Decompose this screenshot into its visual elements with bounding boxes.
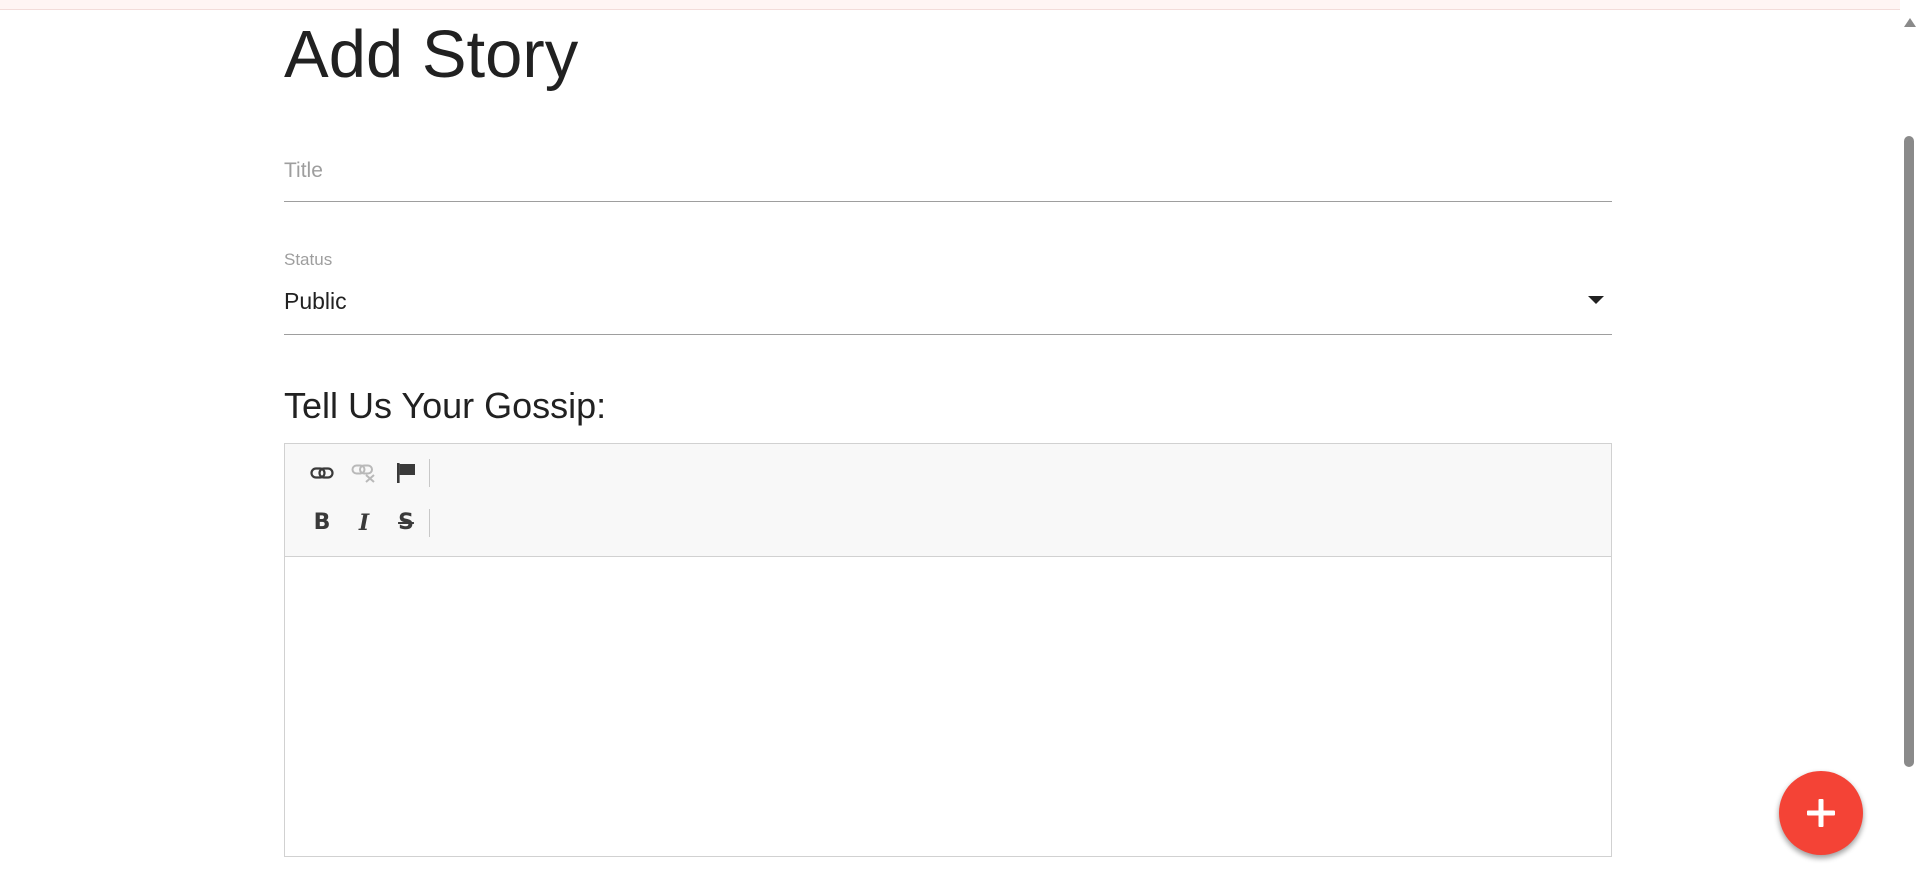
page-scrollbar[interactable]	[1900, 0, 1918, 871]
editor-toolbar: B I S	[285, 444, 1611, 557]
italic-button[interactable]: I	[343, 506, 385, 540]
toolbar-group-links	[301, 456, 430, 490]
bold-icon: B	[313, 510, 331, 535]
toolbar-separator	[429, 509, 430, 537]
story-body-heading: Tell Us Your Gossip:	[284, 385, 607, 426]
caret-down-icon	[1588, 296, 1604, 304]
unlink-button[interactable]	[343, 456, 385, 490]
scroll-up-arrow-icon[interactable]	[1904, 18, 1916, 27]
anchor-button[interactable]	[385, 456, 427, 490]
status-select[interactable]: Status Public	[284, 246, 1612, 335]
anchor-flag-icon	[397, 463, 415, 483]
title-input[interactable]	[284, 151, 1584, 191]
link-icon	[310, 467, 334, 479]
toolbar-separator	[429, 459, 430, 487]
title-field	[284, 141, 1612, 202]
page-title: Add Story	[284, 17, 579, 92]
strikethrough-button[interactable]: S	[385, 506, 427, 540]
link-button[interactable]	[301, 456, 343, 490]
top-notification-strip	[0, 0, 1900, 10]
italic-icon: I	[358, 510, 370, 536]
plus-icon	[1807, 799, 1835, 827]
toolbar-group-formatting: B I S	[301, 506, 430, 540]
editor-content-area[interactable]	[285, 557, 1611, 856]
scrollbar-thumb[interactable]	[1904, 136, 1914, 767]
unlink-icon	[351, 464, 375, 483]
strikethrough-icon: S	[398, 510, 414, 535]
status-label: Status	[284, 250, 333, 269]
status-selected-value: Public	[284, 288, 347, 314]
rich-text-editor: B I S	[284, 443, 1612, 857]
bold-button[interactable]: B	[301, 506, 343, 540]
add-story-fab-button[interactable]	[1779, 771, 1863, 855]
